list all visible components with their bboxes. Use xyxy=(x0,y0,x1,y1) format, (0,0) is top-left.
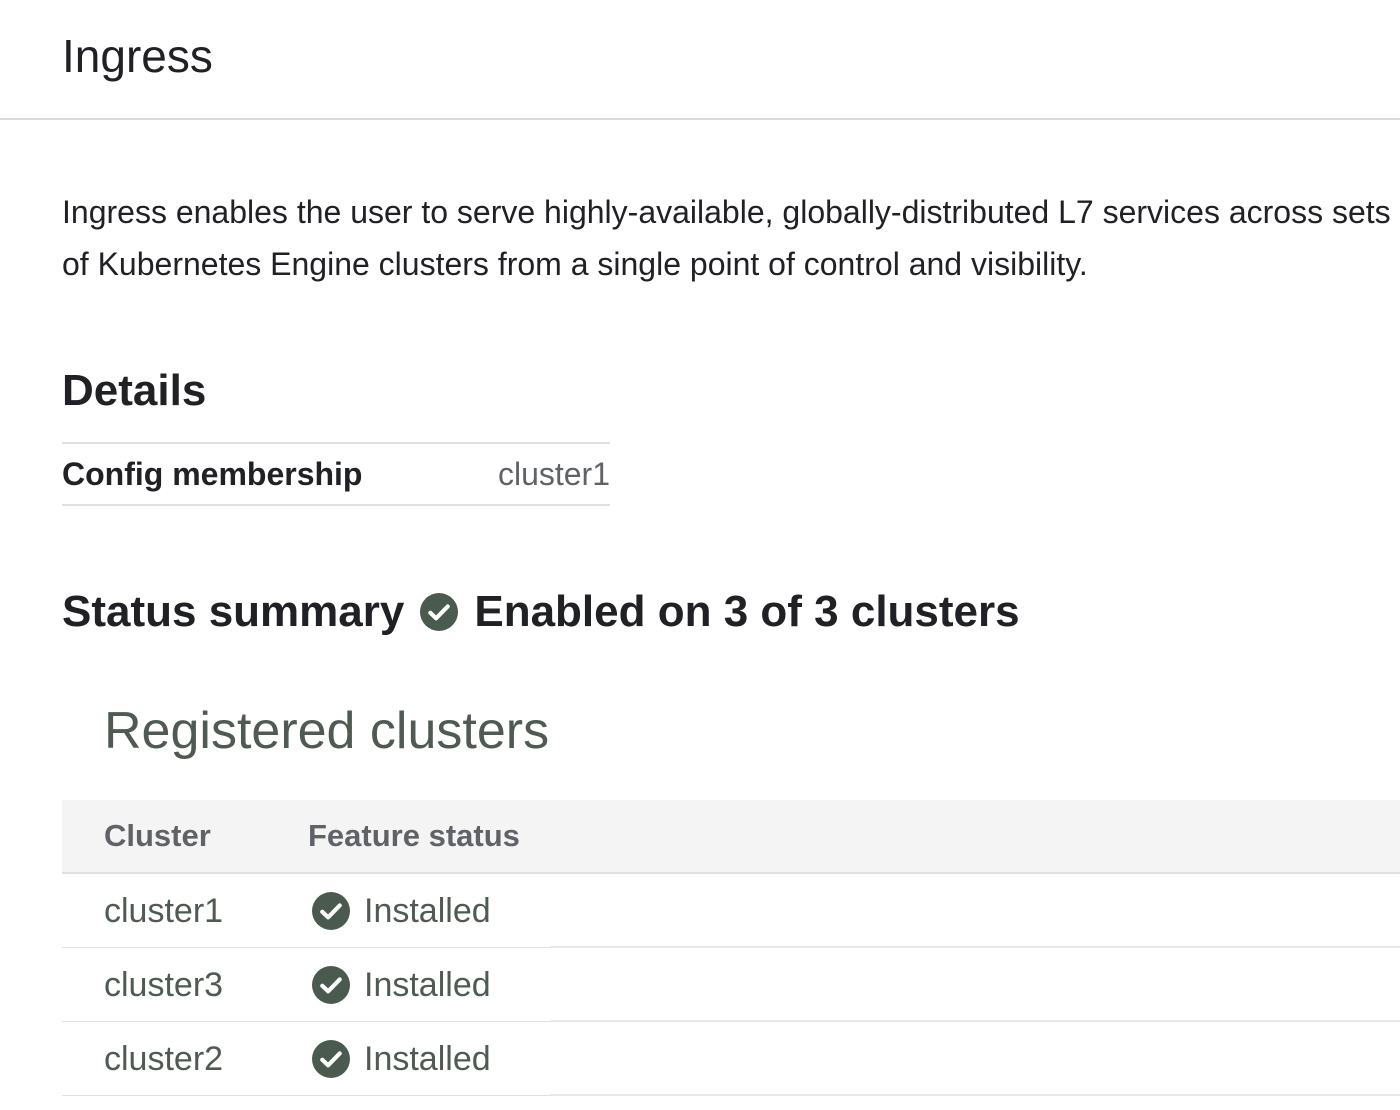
table-row: cluster1 Installed xyxy=(62,874,1400,948)
page-header: Ingress xyxy=(0,0,1400,120)
details-heading: Details xyxy=(62,366,207,415)
status-summary-text: Enabled on 3 of 3 clusters xyxy=(474,587,1020,636)
details-row-config-membership: Config membership cluster1 xyxy=(62,442,610,506)
feature-status-cell: Installed xyxy=(308,1040,1400,1079)
check-circle-icon xyxy=(312,966,350,1004)
feature-status-text: Installed xyxy=(364,965,491,1004)
table-row: cluster3 Installed xyxy=(62,948,1400,1022)
feature-status-text: Installed xyxy=(364,891,491,930)
feature-status-text: Installed xyxy=(364,1039,491,1078)
registered-clusters-heading: Registered clusters xyxy=(104,702,550,760)
details-key: Config membership xyxy=(62,455,363,492)
cluster-name: cluster1 xyxy=(104,891,224,930)
check-circle-icon xyxy=(420,593,459,631)
check-circle-icon xyxy=(312,892,350,930)
details-value: cluster1 xyxy=(497,455,610,492)
registered-clusters-table: Cluster Feature status cluster1 Installe… xyxy=(62,800,1400,1096)
cluster-name: cluster2 xyxy=(104,1039,224,1078)
feature-status-cell: Installed xyxy=(308,966,1400,1005)
table-row: cluster2 Installed xyxy=(62,1022,1400,1096)
cluster-name: cluster3 xyxy=(104,965,224,1004)
page-title: Ingress xyxy=(62,30,213,82)
column-header-cluster[interactable]: Cluster xyxy=(62,818,308,854)
feature-status-cell: Installed xyxy=(308,892,1400,931)
check-circle-icon xyxy=(312,1040,350,1078)
table-header: Cluster Feature status xyxy=(62,800,1400,874)
page: Ingress Ingress enables the user to serv… xyxy=(0,0,1400,1110)
column-header-feature-status[interactable]: Feature status xyxy=(308,818,1400,854)
status-summary-label: Status summary xyxy=(62,587,405,636)
status-summary: Status summary Enabled on 3 of 3 cluster… xyxy=(62,582,1020,642)
feature-description: Ingress enables the user to serve highly… xyxy=(62,194,1391,282)
